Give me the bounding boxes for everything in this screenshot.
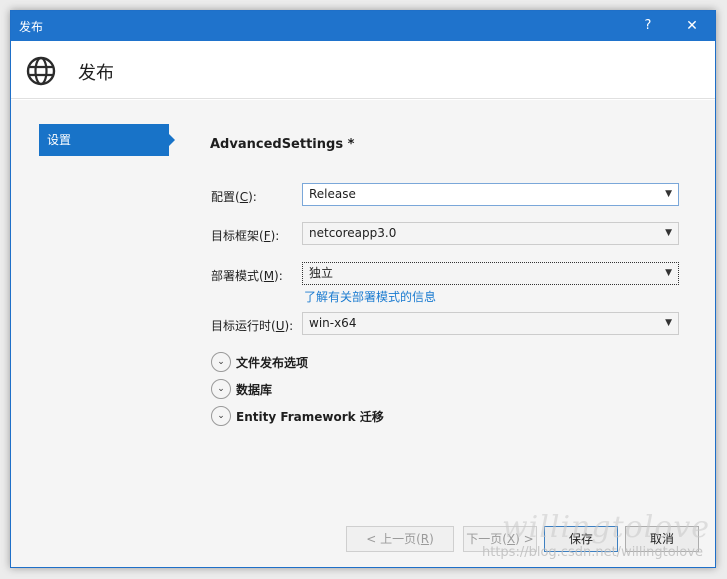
target-runtime-label: 目标运行时(U): [211, 319, 294, 333]
target-runtime-value: win-x64 [309, 316, 357, 330]
deployment-mode-select[interactable]: 独立 ▼ [302, 262, 679, 285]
expand-chevron-icon: ⌄ [211, 352, 231, 372]
help-button[interactable]: ? [635, 16, 661, 36]
configuration-select[interactable]: Release ▼ [302, 183, 679, 206]
previous-button[interactable]: < 上一页(R) [346, 526, 454, 552]
expand-chevron-icon: ⌄ [211, 406, 231, 426]
publish-dialog: 发布 ? ✕ 发布 设置 AdvancedSettings * 配置(C): R… [10, 10, 716, 568]
watermark-url: https://blog.csdn.net/willingtolove [482, 545, 703, 560]
target-runtime-select[interactable]: win-x64 ▼ [302, 312, 679, 335]
deployment-mode-label: 部署模式(M): [211, 269, 283, 283]
configuration-value: Release [309, 187, 356, 201]
chevron-down-icon: ▼ [665, 268, 672, 278]
target-framework-select[interactable]: netcoreapp3.0 ▼ [302, 222, 679, 245]
dialog-body: 设置 AdvancedSettings * 配置(C): Release ▼ 目… [11, 100, 715, 520]
dialog-heading: 发布 [78, 63, 114, 84]
title-bar: 发布 ? ✕ [11, 11, 715, 41]
globe-icon [26, 56, 56, 86]
expand-chevron-icon: ⌄ [211, 379, 231, 399]
window-title: 发布 [19, 20, 44, 34]
configuration-label: 配置(C): [211, 190, 257, 204]
deployment-mode-help-link[interactable]: 了解有关部署模式的信息 [304, 288, 436, 305]
deployment-mode-value: 独立 [309, 266, 334, 280]
target-framework-value: netcoreapp3.0 [309, 226, 397, 240]
target-framework-label: 目标框架(F): [211, 229, 280, 243]
chevron-down-icon: ▼ [665, 189, 672, 199]
chevron-down-icon: ▼ [665, 228, 672, 238]
chevron-down-icon: ▼ [665, 318, 672, 328]
sidebar-item-label: 设置 [47, 133, 72, 147]
watermark-script: willingtolove [502, 510, 711, 545]
dialog-header: 发布 [11, 41, 715, 99]
close-button[interactable]: ✕ [679, 16, 705, 36]
section-title: AdvancedSettings * [210, 137, 355, 152]
sidebar-item-settings[interactable]: 设置 [39, 124, 175, 156]
